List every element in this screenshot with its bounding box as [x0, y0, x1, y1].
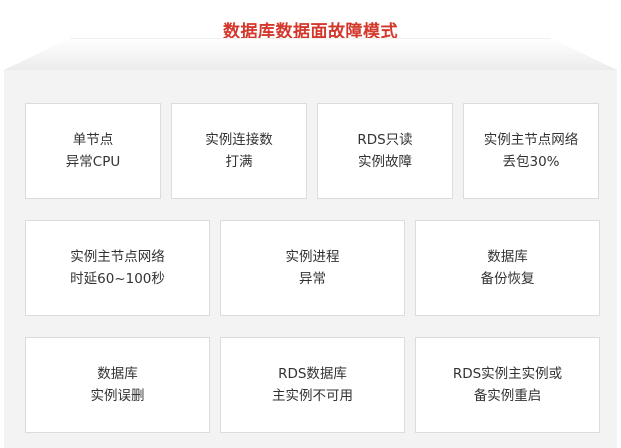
card-label: 异常 — [299, 271, 326, 287]
card-label: 实例主节点网络 — [70, 249, 165, 265]
mode-card-instance-restart: RDS实例主实例或 备实例重启 — [415, 337, 600, 433]
card-label: 数据库 — [97, 366, 138, 382]
mode-card-readonly-failure: RDS只读 实例故障 — [317, 103, 453, 199]
card-label: 实例误删 — [90, 388, 145, 404]
card-label: RDS数据库 — [278, 366, 347, 382]
card-label: 异常CPU — [65, 154, 121, 170]
mode-card-connections-full: 实例连接数 打满 — [171, 103, 307, 199]
mode-card-backup-restore: 数据库 备份恢复 — [415, 220, 600, 316]
card-label: 备实例重启 — [473, 388, 542, 404]
mode-card-single-node-cpu: 单节点 异常CPU — [25, 103, 161, 199]
card-label: 单节点 — [72, 132, 114, 148]
mode-card-network-latency: 实例主节点网络 时延60~100秒 — [25, 220, 210, 316]
card-label: 主实例不可用 — [272, 388, 353, 404]
card-label: 数据库 — [487, 249, 528, 265]
card-label: 实例连接数 — [205, 132, 273, 148]
card-label: RDS实例主实例或 — [452, 366, 563, 382]
mode-card-packet-loss: 实例主节点网络 丢包30% — [463, 103, 599, 199]
mode-card-instance-deleted: 数据库 实例误删 — [25, 337, 210, 433]
card-label: 丢包30% — [502, 154, 560, 170]
card-label: 实例故障 — [358, 154, 412, 170]
mode-card-primary-unavailable: RDS数据库 主实例不可用 — [220, 337, 405, 433]
card-label: 实例进程 — [285, 249, 340, 265]
card-label: 实例主节点网络 — [483, 132, 579, 148]
roof-shape — [4, 38, 617, 70]
card-label: 打满 — [225, 154, 253, 170]
mode-card-process-abnormal: 实例进程 异常 — [220, 220, 405, 316]
card-label: RDS只读 — [357, 132, 413, 148]
card-label: 时延60~100秒 — [70, 271, 165, 287]
card-label: 备份恢复 — [480, 271, 535, 287]
